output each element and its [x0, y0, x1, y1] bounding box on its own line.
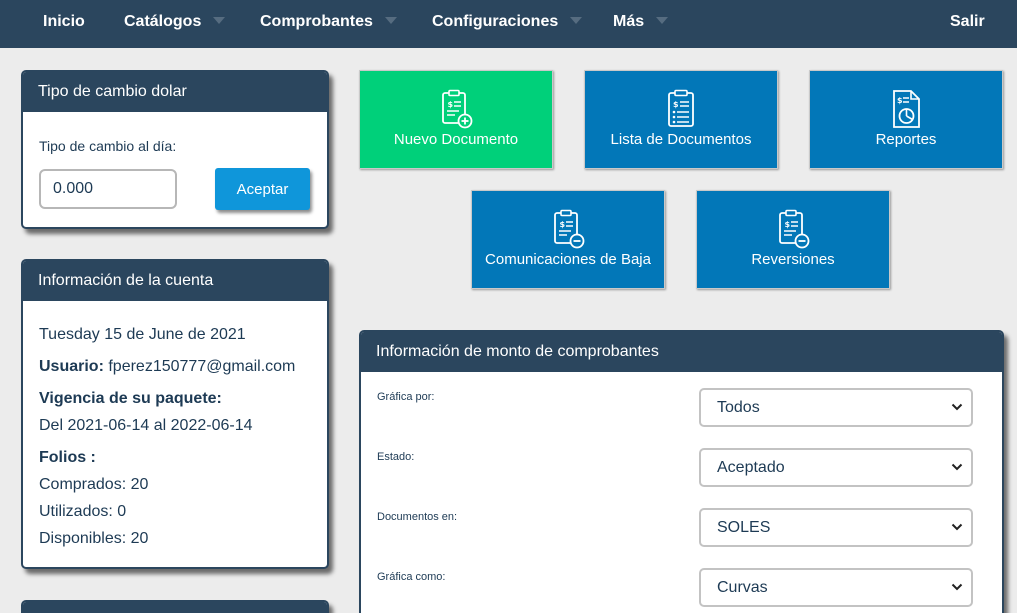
document-add-icon: $ [442, 89, 473, 129]
document-remove-icon: $ [554, 209, 585, 249]
nav-comprobantes-label: Comprobantes [260, 13, 373, 30]
chevron-down-icon [951, 583, 963, 591]
nav-salir[interactable]: Salir [950, 0, 985, 44]
account-date: Tuesday 15 de June de 2021 [39, 326, 246, 343]
estado-value: Aceptado [717, 459, 785, 476]
nav-configuraciones-label: Configuraciones [432, 13, 559, 30]
nav-mas[interactable]: Más [613, 0, 669, 44]
folios-used: Utilizados: 0 [39, 503, 127, 520]
collapsed-panel [21, 600, 329, 613]
top-navbar: Inicio Catálogos Comprobantes Configurac… [0, 0, 1017, 48]
nav-inicio[interactable]: Inicio [43, 0, 85, 44]
grafica-por-select[interactable]: Todos [699, 388, 973, 427]
validity-range: Del 2021-06-14 al 2022-06-14 [39, 417, 253, 434]
report-chart-icon: $ [893, 90, 920, 128]
documentos-en-label: Documentos en: [377, 511, 458, 523]
grafica-por-label: Gráfica por: [377, 391, 435, 403]
grafica-como-label: Gráfica como: [377, 571, 446, 583]
caret-down-icon [656, 17, 669, 25]
documentos-en-value: SOLES [717, 519, 771, 536]
amounts-panel-title: Información de monto de comprobantes [361, 332, 1002, 372]
grafica-como-select[interactable]: Curvas [699, 568, 973, 607]
tile-comunicaciones-baja-label: Comunicaciones de Baja [485, 251, 651, 268]
chevron-down-icon [951, 403, 963, 411]
svg-text:$: $ [448, 100, 454, 109]
nav-configuraciones[interactable]: Configuraciones [432, 0, 583, 44]
nav-catalogos[interactable]: Catálogos [124, 0, 226, 44]
exchange-rate-input[interactable] [39, 169, 177, 209]
folios-label: Folios : [39, 449, 96, 466]
svg-text:$: $ [560, 220, 566, 229]
estado-select[interactable]: Aceptado [699, 448, 973, 487]
user-label: Usuario: [39, 358, 104, 375]
grafica-como-value: Curvas [717, 579, 768, 596]
user-email: fperez150777@gmail.com [108, 358, 296, 375]
caret-down-icon [384, 17, 397, 25]
nav-inicio-label: Inicio [43, 13, 85, 30]
tile-reversiones-label: Reversiones [751, 251, 835, 268]
chevron-down-icon [951, 463, 963, 471]
exchange-rate-title: Tipo de cambio dolar [23, 72, 327, 112]
tile-nuevo-documento-label: Nuevo Documento [393, 131, 519, 148]
exchange-rate-panel: Tipo de cambio dolar Tipo de cambio al d… [21, 70, 329, 229]
svg-text:$: $ [785, 220, 791, 229]
document-remove-icon: $ [779, 209, 810, 249]
document-list-icon: $ [668, 89, 694, 127]
validity-label: Vigencia de su paquete: [39, 390, 222, 407]
svg-text:$: $ [897, 96, 903, 105]
estado-label: Estado: [377, 451, 415, 463]
exchange-rate-label: Tipo de cambio al día: [39, 138, 177, 154]
nav-mas-label: Más [613, 13, 645, 30]
collapsed-panel-header [23, 602, 327, 613]
tile-reportes-label: Reportes [875, 131, 937, 148]
tile-lista-documentos-label: Lista de Documentos [610, 131, 752, 148]
svg-text:$: $ [673, 100, 679, 109]
folios-available: Disponibles: 20 [39, 530, 149, 547]
chevron-down-icon [951, 523, 963, 531]
tile-reportes[interactable]: $ Reportes [809, 70, 1003, 169]
caret-down-icon [213, 17, 226, 25]
folios-purchased: Comprados: 20 [39, 476, 149, 493]
accept-button[interactable]: Aceptar [215, 168, 310, 210]
nav-catalogos-label: Catálogos [124, 13, 202, 30]
account-info-panel: Información de la cuenta Tuesday 15 de J… [21, 259, 329, 569]
documentos-en-select[interactable]: SOLES [699, 508, 973, 547]
tile-comunicaciones-baja[interactable]: $ Comunicaciones de Baja [471, 190, 665, 289]
caret-down-icon [570, 17, 583, 25]
grafica-por-value: Todos [717, 399, 760, 416]
nav-comprobantes[interactable]: Comprobantes [260, 0, 397, 44]
account-info-title: Información de la cuenta [23, 261, 327, 301]
tile-lista-documentos[interactable]: $ Lista de Documentos [584, 70, 778, 169]
account-user: Usuario: fperez150777@gmail.com [39, 358, 295, 376]
amounts-panel: Información de monto de comprobantes Grá… [359, 330, 1004, 613]
tile-reversiones[interactable]: $ Reversiones [696, 190, 890, 289]
nav-salir-label: Salir [950, 13, 985, 30]
tile-nuevo-documento[interactable]: $ Nuevo Documento [359, 70, 553, 169]
